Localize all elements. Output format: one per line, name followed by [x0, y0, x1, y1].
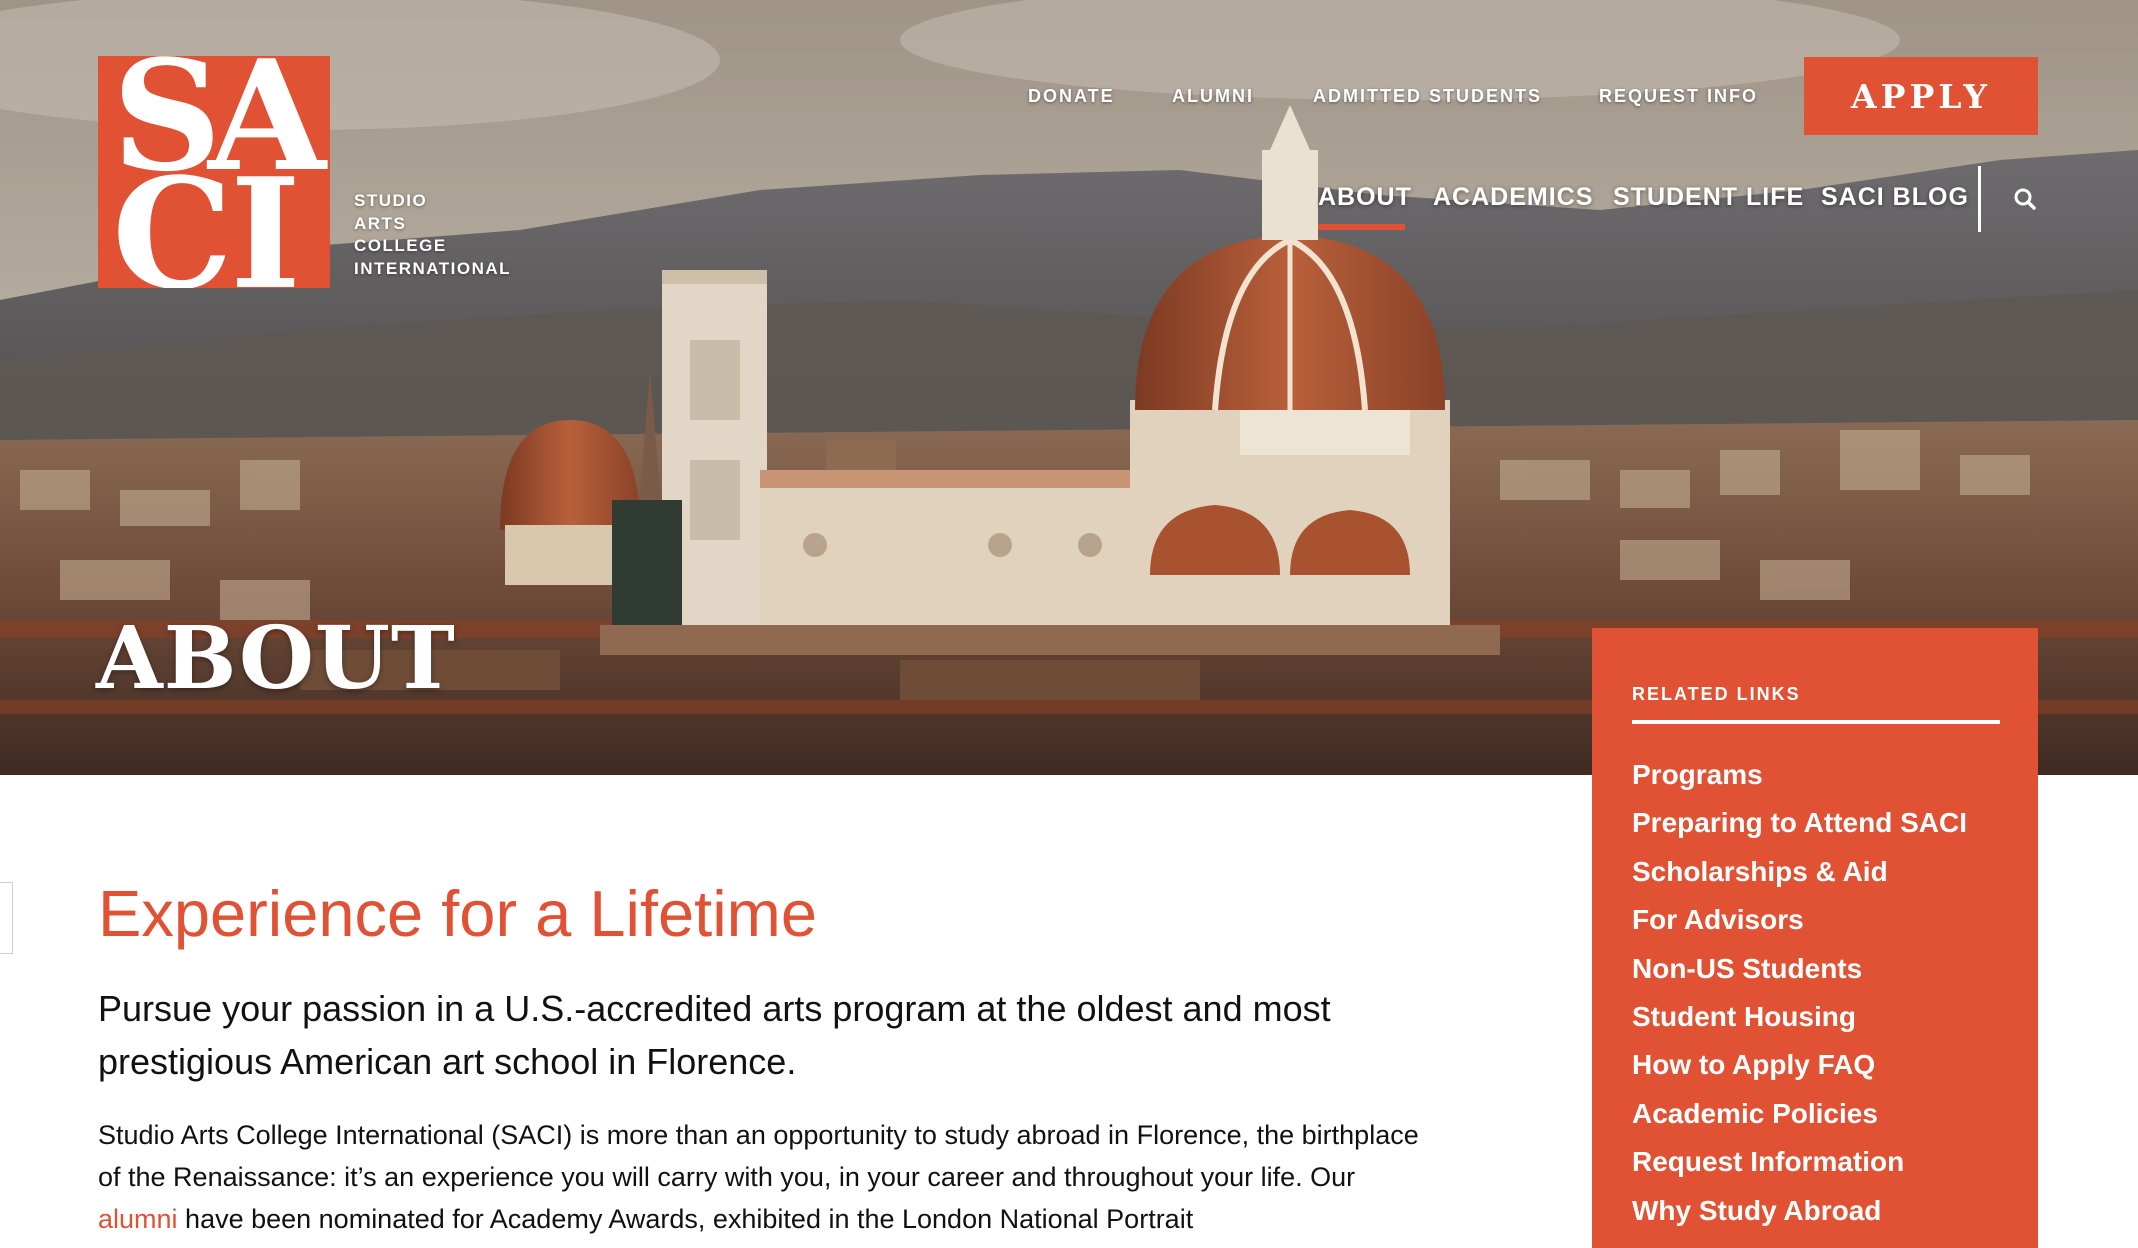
body-paragraph: Studio Arts College International (SACI)… — [98, 1114, 1438, 1240]
logo-letter-c: C — [112, 144, 233, 289]
related-links-list: Programs Preparing to Attend SACI Schola… — [1632, 758, 1967, 1242]
related-links-divider — [1632, 720, 2000, 724]
body-text-start: Studio Arts College International (SACI)… — [98, 1120, 1419, 1192]
search-icon[interactable] — [2014, 188, 2036, 210]
nav-about[interactable]: ABOUT — [1318, 183, 1412, 212]
related-link-apply-faq[interactable]: How to Apply FAQ — [1632, 1048, 1875, 1082]
side-tab[interactable] — [0, 882, 13, 954]
utility-nav: DONATE ALUMNI ADMITTED STUDENTS REQUEST … — [1000, 86, 1760, 108]
related-link-why-study-abroad[interactable]: Why Study Abroad — [1632, 1194, 1881, 1228]
hero-title: ABOUT — [96, 608, 456, 709]
apply-button[interactable]: APPLY — [1804, 57, 2038, 135]
main-nav: ABOUT ACADEMICS STUDENT LIFE SACI BLOG — [0, 183, 2138, 217]
alumni-link[interactable]: alumni — [98, 1204, 178, 1234]
related-link-scholarships[interactable]: Scholarships & Aid — [1632, 855, 1888, 889]
related-link-housing[interactable]: Student Housing — [1632, 1000, 1856, 1034]
nav-active-indicator — [1318, 224, 1405, 230]
related-link-preparing[interactable]: Preparing to Attend SACI — [1632, 806, 1967, 840]
util-link-alumni[interactable]: ALUMNI — [1172, 86, 1254, 107]
nav-saci-blog[interactable]: SACI BLOG — [1821, 183, 1969, 212]
related-link-programs[interactable]: Programs — [1632, 758, 1763, 792]
util-link-admitted-students[interactable]: ADMITTED STUDENTS — [1313, 86, 1542, 107]
logo-line: COLLEGE — [354, 236, 447, 255]
related-link-academic-policies[interactable]: Academic Policies — [1632, 1097, 1878, 1131]
related-links-panel: RELATED LINKS Programs Preparing to Atte… — [1592, 628, 2038, 1248]
nav-student-life[interactable]: STUDENT LIFE — [1613, 183, 1804, 212]
lead-paragraph: Pursue your passion in a U.S.-accredited… — [98, 988, 1331, 1082]
nav-divider — [1978, 166, 1981, 232]
related-link-request-info[interactable]: Request Information — [1632, 1145, 1904, 1179]
logo-letter-i: I — [230, 144, 302, 289]
util-link-donate[interactable]: DONATE — [1028, 86, 1115, 107]
body-text-end: have been nominated for Academy Awards, … — [177, 1204, 1194, 1234]
nav-academics[interactable]: ACADEMICS — [1433, 183, 1593, 212]
section-heading: Experience for a Lifetime — [98, 877, 817, 950]
saci-logo[interactable]: S A C I — [98, 56, 330, 288]
util-link-request-info[interactable]: REQUEST INFO — [1599, 86, 1758, 107]
related-links-heading: RELATED LINKS — [1632, 684, 1801, 704]
related-link-non-us[interactable]: Non-US Students — [1632, 952, 1862, 986]
related-link-advisors[interactable]: For Advisors — [1632, 903, 1804, 937]
logo-line: INTERNATIONAL — [354, 258, 512, 278]
